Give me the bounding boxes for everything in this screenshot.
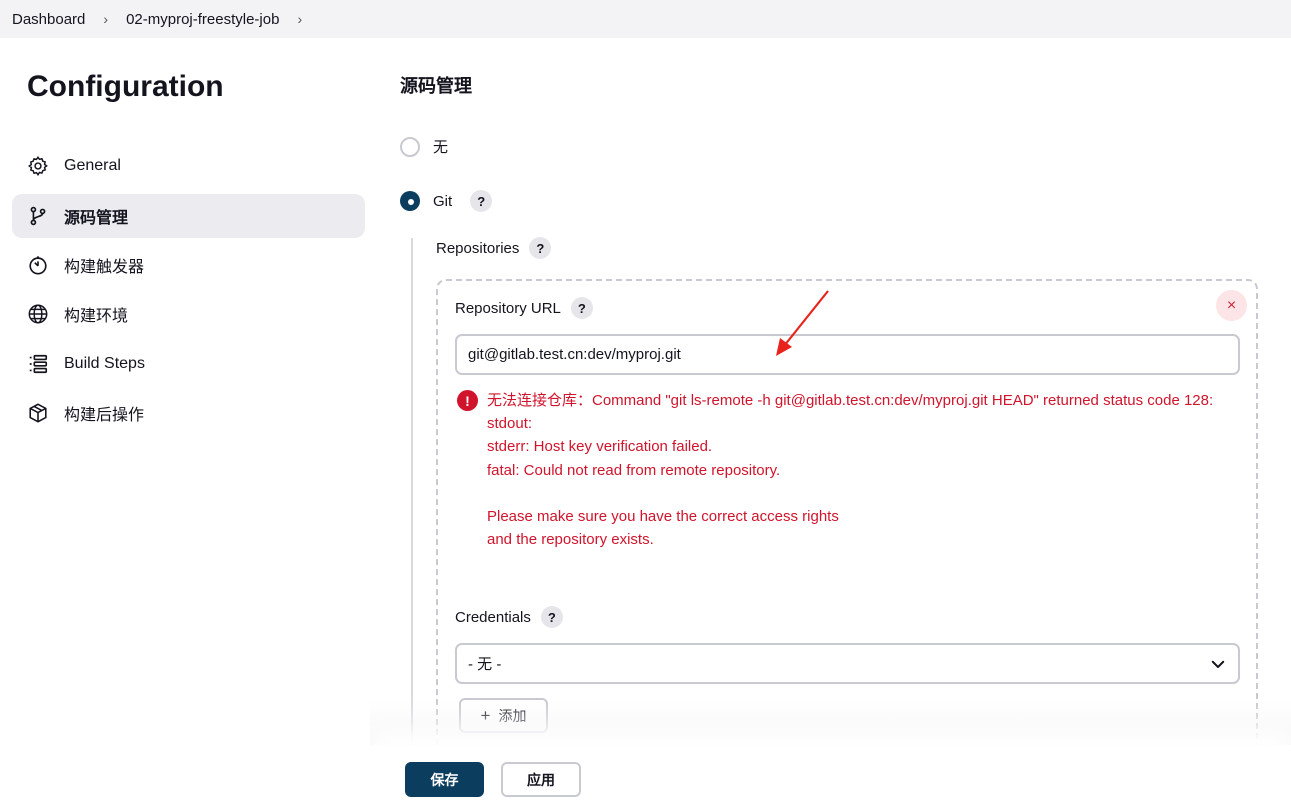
radio-button[interactable]	[400, 136, 420, 157]
sidebar-title: Configuration	[27, 70, 224, 103]
breadcrumb-job[interactable]: 02-myproj-freestyle-job	[126, 11, 279, 28]
save-button[interactable]: 保存	[405, 762, 484, 797]
repositories-label-text: Repositories	[436, 239, 520, 257]
chevron-right-icon: ›	[103, 11, 109, 27]
sidebar-item-scm[interactable]: 源码管理	[12, 194, 365, 238]
sidebar-item-post-build-actions[interactable]: 构建后操作	[12, 391, 365, 435]
repository-url-label: Repository URL ?	[455, 297, 593, 319]
radio-button-checked[interactable]	[400, 191, 420, 211]
radio-label: Git	[433, 192, 453, 210]
sidebar-item-general[interactable]: General	[12, 144, 365, 188]
help-icon[interactable]: ?	[470, 190, 493, 212]
add-button-label: 添加	[498, 707, 527, 724]
plus-icon: +	[480, 705, 491, 725]
repository-url-label-text: Repository URL	[455, 299, 561, 317]
radio-label: 无	[433, 139, 449, 156]
error-icon: !	[457, 390, 478, 411]
breadcrumb-dashboard[interactable]: Dashboard	[12, 11, 85, 28]
credentials-selected-value: - 无 -	[468, 656, 502, 673]
branch-icon	[26, 204, 50, 228]
sidebar-item-label: General	[64, 157, 121, 174]
apply-button[interactable]: 应用	[501, 762, 581, 797]
scm-option-none[interactable]: 无	[400, 136, 448, 157]
repositories-label: Repositories ?	[436, 237, 552, 259]
credentials-label: Credentials ?	[455, 606, 563, 628]
chevron-right-icon[interactable]: ›	[297, 11, 302, 27]
credentials-label-text: Credentials	[455, 608, 531, 626]
sidebar-item-label: 构建后操作	[64, 407, 145, 424]
list-icon	[26, 352, 50, 376]
package-icon	[26, 401, 50, 425]
scm-option-git[interactable]: Git ?	[400, 190, 493, 212]
sidebar-item-build-steps[interactable]: Build Steps	[12, 342, 365, 386]
sidebar-item-label: 源码管理	[64, 210, 129, 227]
sidebar-item-label: Build Steps	[64, 355, 145, 372]
error-message: 无法连接仓库：Command "git ls-remote -h git@git…	[487, 392, 1214, 549]
credentials-select[interactable]: - 无 -	[455, 643, 1240, 684]
remove-repository-button[interactable]: ×	[1216, 290, 1247, 321]
sidebar-item-build-environment[interactable]: 构建环境	[12, 292, 365, 336]
help-icon[interactable]: ?	[540, 606, 563, 628]
gear-icon	[26, 154, 50, 178]
timer-icon	[26, 253, 50, 277]
add-credentials-button[interactable]: + 添加	[459, 698, 548, 733]
section-indent-line	[411, 238, 413, 758]
sidebar-item-label: 构建触发器	[64, 259, 145, 276]
repository-url-input[interactable]	[455, 334, 1240, 375]
chevron-down-icon	[1209, 655, 1227, 673]
sidebar-item-build-triggers[interactable]: 构建触发器	[12, 243, 365, 287]
globe-icon	[26, 302, 50, 326]
sidebar-item-label: 构建环境	[64, 308, 129, 325]
help-icon[interactable]: ?	[570, 297, 593, 319]
help-icon[interactable]: ?	[529, 237, 552, 259]
section-title: 源码管理	[400, 76, 472, 96]
breadcrumb: Dashboard › 02-myproj-freestyle-job ›	[0, 0, 1291, 38]
